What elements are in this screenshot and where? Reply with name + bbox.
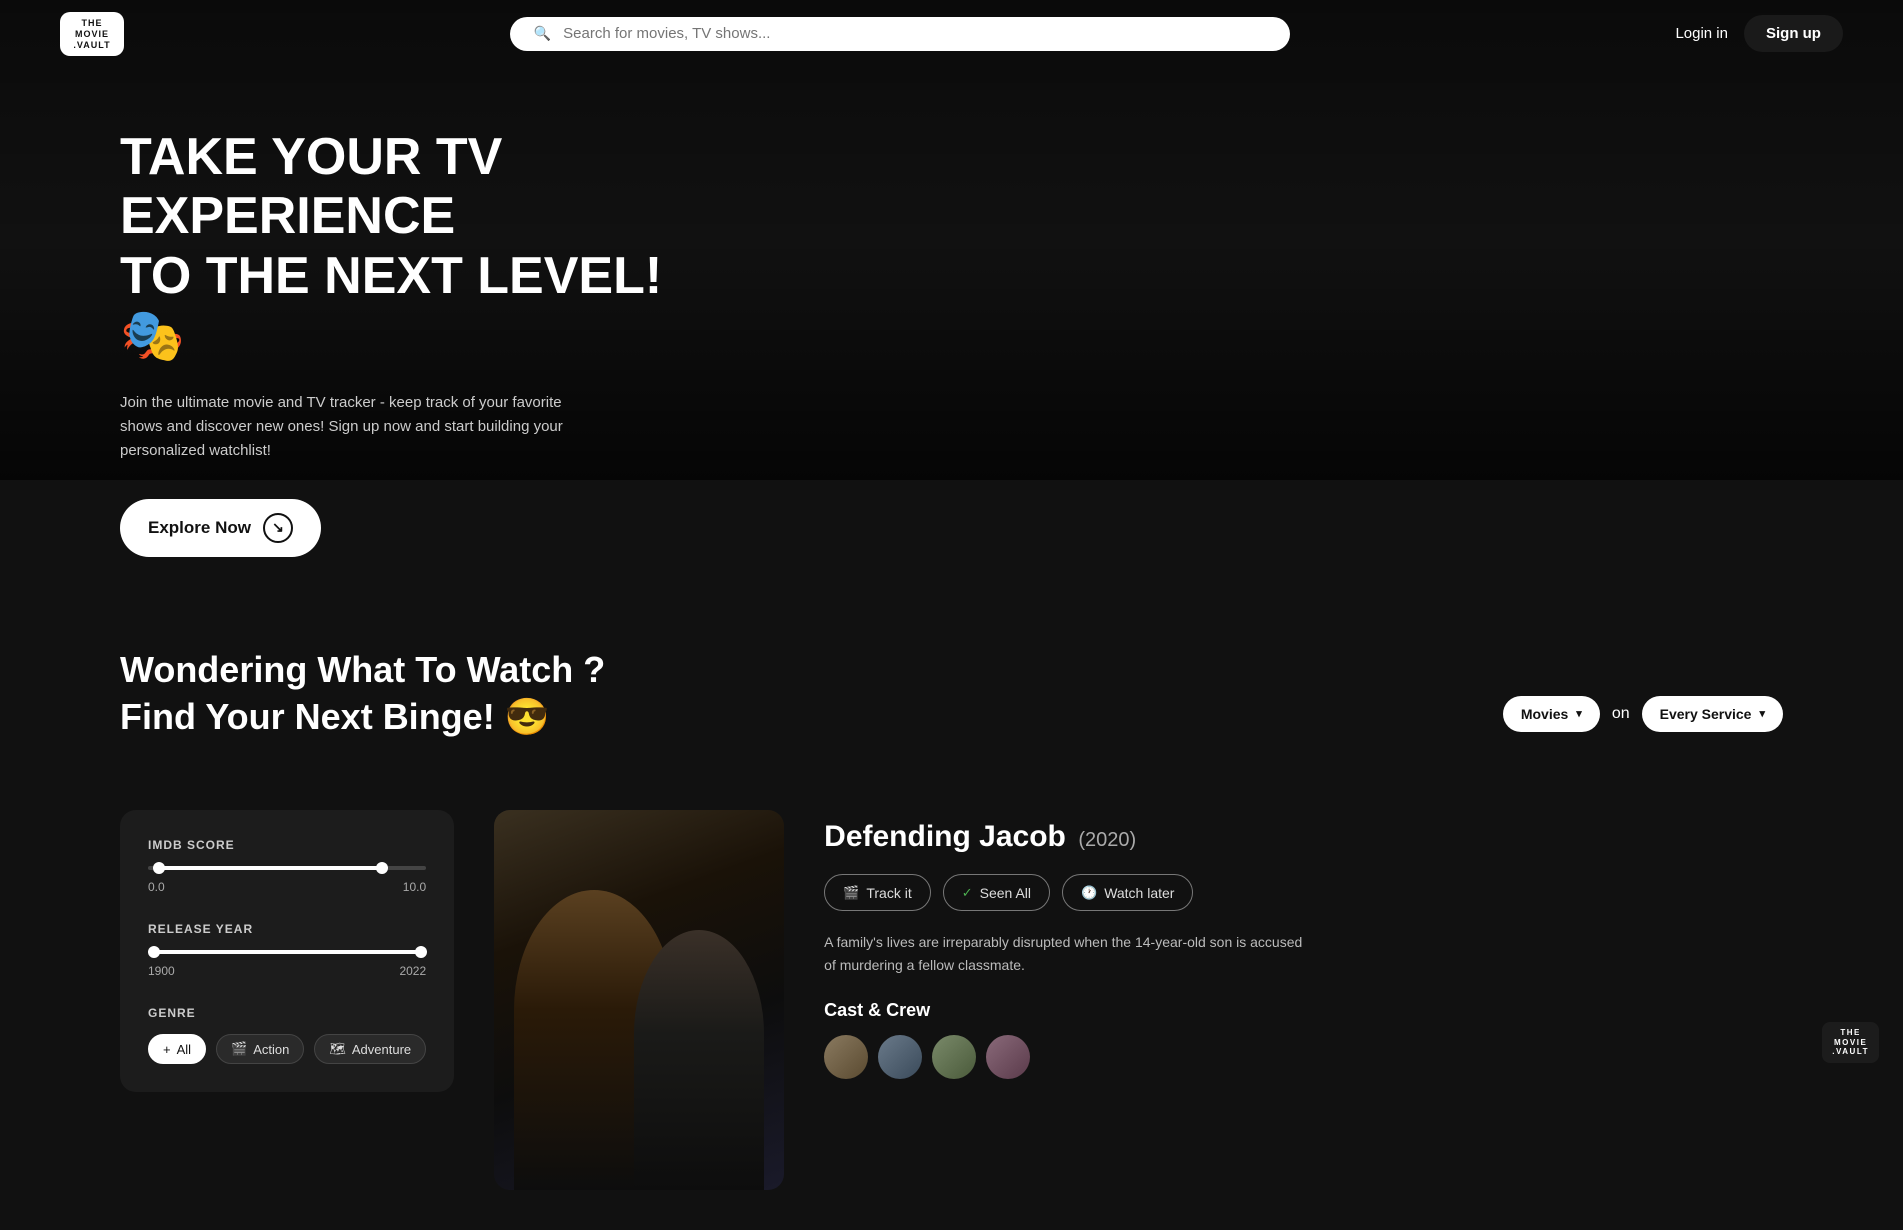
seen-all-button[interactable]: Seen All — [943, 874, 1050, 911]
plus-icon-action: 🎬 — [231, 1041, 247, 1057]
imdb-score-filter: IMDB SCORE 0.0 10.0 — [148, 838, 426, 894]
bottom-logo-line1: THE — [1840, 1028, 1861, 1038]
service-label: Every Service — [1660, 706, 1752, 722]
navbar: THE MOVIE .VAULT Login in Sign up — [0, 0, 1903, 68]
filter-type-dropdown[interactable]: Movies ▾ — [1503, 696, 1600, 732]
year-slider-thumb-right[interactable] — [415, 946, 427, 958]
watch-later-label: Watch later — [1104, 885, 1174, 901]
movie-info: Defending Jacob (2020) Track it Seen All… — [824, 810, 1783, 1089]
hero-title: TAKE YOUR TV EXPERIENCE TO THE NEXT LEVE… — [120, 128, 720, 367]
imdb-label: IMDB SCORE — [148, 838, 426, 852]
genre-action-label: Action — [253, 1042, 289, 1057]
imdb-max-label: 10.0 — [403, 880, 426, 894]
year-max-label: 2022 — [399, 964, 426, 978]
hero-title-line1: TAKE YOUR TV EXPERIENCE — [120, 128, 502, 246]
logo[interactable]: THE MOVIE .VAULT — [60, 12, 124, 56]
genre-filter: GENRE + All 🎬 Action 🗺 Adventure — [148, 1006, 426, 1064]
poster-image — [494, 810, 784, 1190]
content-area: IMDB SCORE 0.0 10.0 RELEASE YEAR — [120, 810, 1783, 1190]
imdb-slider-fill — [159, 866, 382, 870]
explore-arrow-icon: ↘ — [263, 513, 293, 543]
imdb-slider-labels: 0.0 10.0 — [148, 880, 426, 894]
hero-title-line2: TO THE NEXT LEVEL! 🎭 — [120, 247, 662, 365]
year-slider-track[interactable] — [148, 950, 426, 954]
movie-description: A family's lives are irreparably disrupt… — [824, 931, 1304, 976]
logo-line2: MOVIE — [75, 29, 109, 40]
explore-now-button[interactable]: Explore Now ↘ — [120, 499, 321, 557]
genre-all-label: All — [177, 1042, 191, 1057]
plus-icon: + — [163, 1042, 171, 1057]
check-icon — [962, 884, 973, 901]
cast-avatar-4[interactable] — [986, 1035, 1030, 1079]
plus-icon-adventure: 🗺 — [329, 1041, 346, 1057]
cast-avatar-2[interactable] — [878, 1035, 922, 1079]
genre-chip-action[interactable]: 🎬 Action — [216, 1034, 304, 1064]
seen-label: Seen All — [980, 885, 1031, 901]
signup-button[interactable]: Sign up — [1744, 15, 1843, 52]
year-slider-thumb-left[interactable] — [148, 946, 160, 958]
chevron-down-icon-2: ▾ — [1759, 707, 1765, 720]
movie-title-row: Defending Jacob (2020) — [824, 820, 1783, 854]
filters-panel: IMDB SCORE 0.0 10.0 RELEASE YEAR — [120, 810, 454, 1092]
cast-label: Cast & Crew — [824, 1000, 1783, 1021]
clock-icon — [1081, 884, 1097, 901]
movie-year: (2020) — [1078, 829, 1136, 851]
genre-chips: + All 🎬 Action 🗺 Adventure — [148, 1034, 426, 1064]
section-title-line1: Wondering What To Watch ? — [120, 649, 605, 690]
search-input[interactable] — [563, 25, 1266, 42]
track-button[interactable]: Track it — [824, 874, 931, 911]
nav-actions: Login in Sign up — [1675, 15, 1843, 52]
bottom-logo-box: THE MOVIE .VAULT — [1822, 1022, 1879, 1063]
section-title: Wondering What To Watch ? Find Your Next… — [120, 647, 605, 741]
imdb-slider-thumb-right[interactable] — [376, 862, 388, 874]
movie-title: Defending Jacob — [824, 820, 1066, 853]
genre-chip-all[interactable]: + All — [148, 1034, 206, 1064]
face-silhouette-2 — [634, 930, 764, 1190]
section-title-line2: Find Your Next Binge! 😎 — [120, 696, 550, 737]
explore-label: Explore Now — [148, 518, 251, 538]
year-slider-labels: 1900 2022 — [148, 964, 426, 978]
logo-line1: THE — [82, 18, 103, 29]
service-dropdown[interactable]: Every Service ▾ — [1642, 696, 1783, 732]
year-min-label: 1900 — [148, 964, 175, 978]
imdb-min-label: 0.0 — [148, 880, 165, 894]
chevron-down-icon: ▾ — [1576, 707, 1582, 720]
genre-label: GENRE — [148, 1006, 426, 1020]
movie-card[interactable] — [494, 810, 784, 1190]
movie-card-area — [494, 810, 784, 1190]
bottom-logo-line2: MOVIE — [1834, 1038, 1867, 1048]
bottom-logo-dot: .VAULT — [1832, 1047, 1869, 1057]
binge-header: Wondering What To Watch ? Find Your Next… — [120, 647, 1783, 781]
search-icon — [534, 25, 551, 43]
track-label: Track it — [866, 885, 911, 901]
movie-actions: Track it Seen All Watch later — [824, 874, 1783, 911]
login-button[interactable]: Login in — [1675, 25, 1728, 42]
year-label: RELEASE YEAR — [148, 922, 426, 936]
release-year-filter: RELEASE YEAR 1900 2022 — [148, 922, 426, 978]
lower-section: Wondering What To Watch ? Find Your Next… — [0, 597, 1903, 1230]
bottom-logo: THE MOVIE .VAULT — [1822, 1022, 1879, 1063]
cast-avatars — [824, 1035, 1783, 1079]
genre-adventure-label: Adventure — [352, 1042, 411, 1057]
filter-type-label: Movies — [1521, 706, 1568, 722]
genre-chip-adventure[interactable]: 🗺 Adventure — [314, 1034, 426, 1064]
hero-subtitle: Join the ultimate movie and TV tracker -… — [120, 391, 600, 463]
hero-section: TAKE YOUR TV EXPERIENCE TO THE NEXT LEVE… — [0, 68, 1903, 597]
cast-avatar-3[interactable] — [932, 1035, 976, 1079]
movie-poster — [494, 810, 784, 1190]
year-slider-fill — [154, 950, 421, 954]
logo-dot: .VAULT — [73, 40, 110, 50]
on-label: on — [1612, 705, 1630, 723]
binge-controls: Movies ▾ on Every Service ▾ — [1503, 696, 1783, 732]
watch-later-button[interactable]: Watch later — [1062, 874, 1193, 911]
imdb-slider-track[interactable] — [148, 866, 426, 870]
track-icon — [843, 884, 859, 901]
search-bar — [510, 17, 1290, 51]
imdb-slider-thumb-left[interactable] — [153, 862, 165, 874]
cast-avatar-1[interactable] — [824, 1035, 868, 1079]
